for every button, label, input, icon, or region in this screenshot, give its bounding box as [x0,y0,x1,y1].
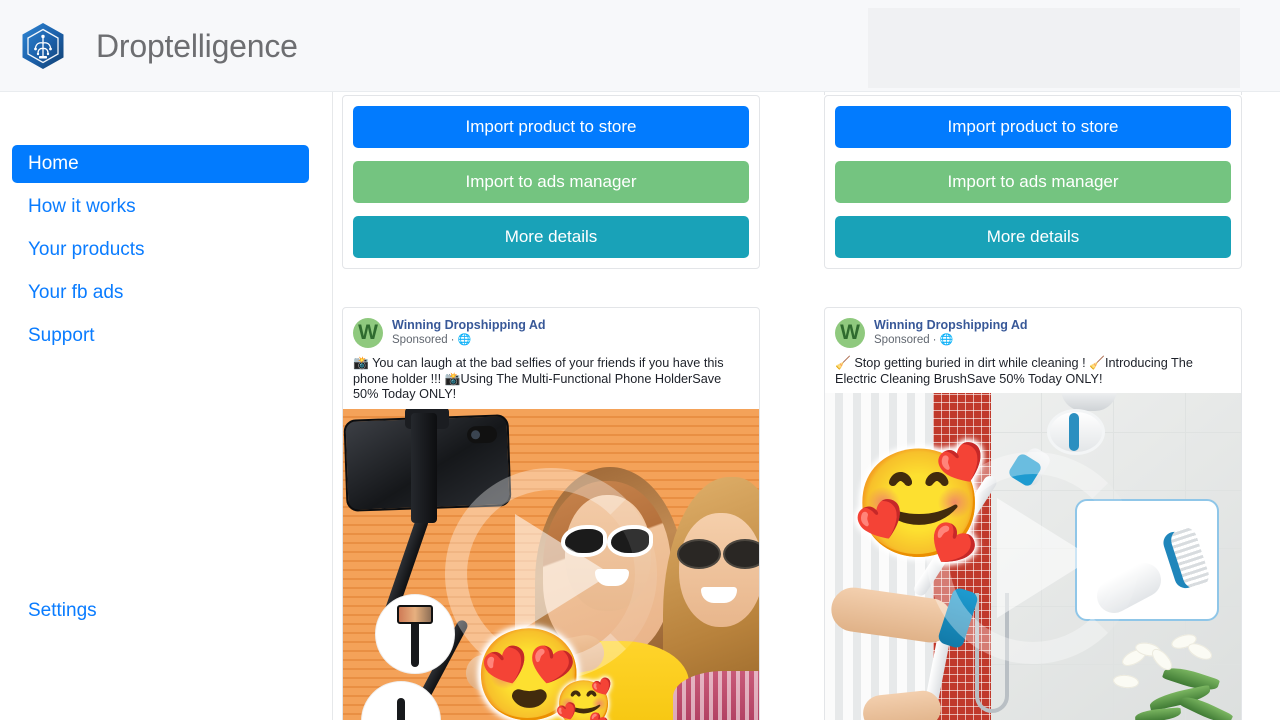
app-header: Droptelligence [0,0,1280,92]
ad-page-name[interactable]: Winning Dropshipping Ad [392,318,546,333]
sponsored-label: Sponsored [392,334,448,346]
sidebar: Home How it works Your products Your fb … [0,92,333,720]
separator-dot: · [932,334,937,346]
product-actions-card: Import product to store Import to ads ma… [824,95,1242,269]
facebook-ad-card: W Winning Dropshipping Ad Sponsored · 🌐 … [824,307,1242,720]
brush-blue-stripe [1069,413,1079,451]
app-root: Droptelligence Home How it works Your pr… [0,0,1280,720]
white-sunglasses-icon [561,524,653,557]
globe-icon: 🌐 [939,334,954,346]
ad-body-text: 🧹 Stop getting buried in dirt while clea… [835,356,1193,386]
lily-flowers [1109,629,1241,720]
sidebar-item-home[interactable]: Home [12,145,309,183]
main-content: Import product to store Import to ads ma… [333,80,1280,720]
ad-sponsored-row: Sponsored · 🌐 [874,333,1028,348]
sidebar-item-support[interactable]: Support [12,317,309,355]
import-product-to-store-button[interactable]: Import product to store [353,106,749,148]
ad-body-text: 📸 You can laugh at the bad selfies of yo… [353,356,724,401]
shower-hose [975,593,1009,713]
facebook-ad-card: W Winning Dropshipping Ad Sponsored · 🌐 … [342,307,760,720]
globe-icon: 🌐 [457,334,472,346]
inset-phone-screen [397,604,433,624]
more-details-button[interactable]: More details [835,216,1231,258]
page-title: Droptelligence [96,27,298,64]
inset-brush-body [1090,557,1168,619]
product-actions-card: Import product to store Import to ads ma… [342,95,760,269]
separator-dot: · [450,334,455,346]
ad-sponsored-row: Sponsored · 🌐 [392,333,546,348]
ad-header: W Winning Dropshipping Ad Sponsored · 🌐 [825,308,1241,348]
import-to-ads-manager-button[interactable]: Import to ads manager [835,161,1231,203]
sidebar-item-your-products[interactable]: Your products [12,231,309,269]
product-inset-circle-1 [375,593,455,674]
smiling-hearts-emoji: 🥰 [555,677,613,720]
ad-media-cleaning-brush[interactable]: 🥰 [825,393,1241,720]
black-sunglasses-icon [677,538,759,569]
sidebar-item-how-it-works[interactable]: How it works [12,188,309,226]
ad-media-selfie-stick[interactable]: 😍 🥰 [343,408,759,720]
sidebar-item-your-fb-ads[interactable]: Your fb ads [12,274,309,312]
camera-icon [466,425,498,444]
hexagon-brain-logo-icon [18,21,68,71]
phone-clamp [411,412,437,523]
header-placeholder-panel [868,8,1240,88]
avatar: W [835,318,865,348]
smiling-hearts-emoji: 🥰 [853,445,985,563]
import-product-to-store-button[interactable]: Import product to store [835,106,1231,148]
brand[interactable]: Droptelligence [18,21,298,71]
more-details-button[interactable]: More details [353,216,749,258]
import-to-ads-manager-button[interactable]: Import to ads manager [353,161,749,203]
ad-page-name[interactable]: Winning Dropshipping Ad [874,318,1028,333]
model2-smile [701,586,737,603]
product-inset-box [1075,499,1219,621]
sidebar-item-settings[interactable]: Settings [28,600,97,622]
sponsored-label: Sponsored [874,334,930,346]
inset-stick [397,697,405,720]
avatar: W [353,318,383,348]
model2-face [679,512,759,627]
model-smile [595,568,629,586]
ad-meta: Winning Dropshipping Ad Sponsored · 🌐 [874,318,1028,348]
ad-header: W Winning Dropshipping Ad Sponsored · 🌐 [343,308,759,348]
sidebar-nav: Home How it works Your products Your fb … [12,145,309,360]
ad-meta: Winning Dropshipping Ad Sponsored · 🌐 [392,318,546,348]
